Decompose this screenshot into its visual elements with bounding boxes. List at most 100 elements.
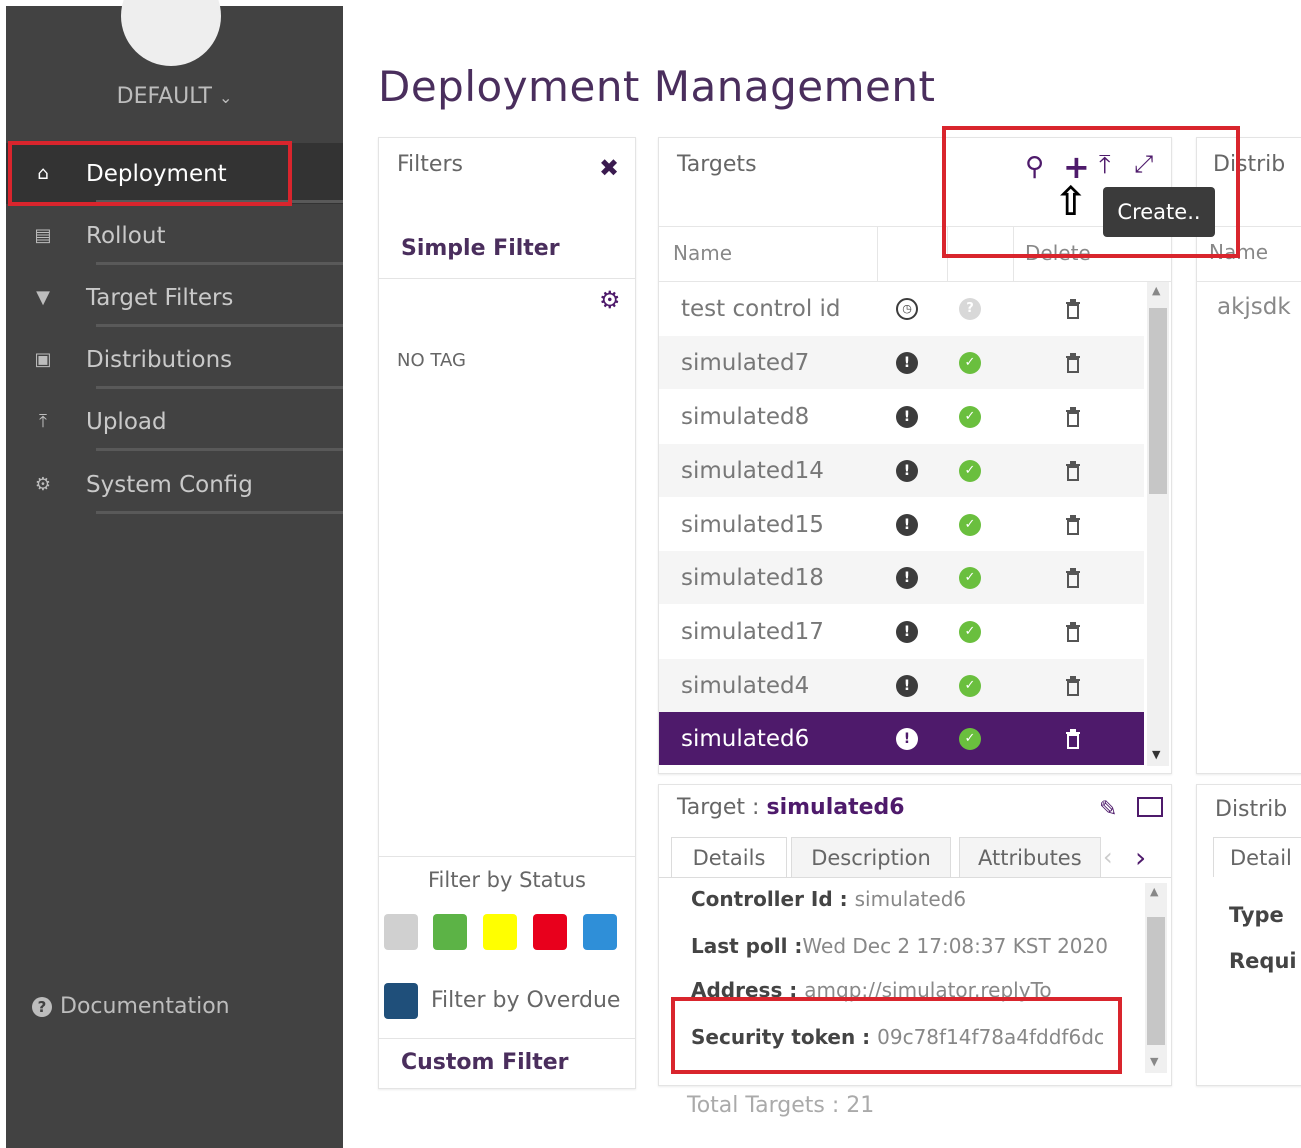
gear-icon: ⚙	[34, 474, 52, 495]
filters-title: Filters	[397, 152, 463, 177]
question-icon: ?	[32, 996, 52, 1017]
distribution-details-panel: Distrib Detail Type Requi	[1196, 784, 1301, 1086]
check-icon: ✓	[959, 351, 981, 374]
page-title: Deployment Management	[378, 62, 936, 111]
controller-id-label: Controller Id :	[691, 887, 855, 911]
trash-icon[interactable]	[1065, 567, 1081, 588]
table-row[interactable]: simulated18 ! ✓	[659, 551, 1144, 604]
trash-icon[interactable]	[1065, 352, 1081, 373]
tab-details[interactable]: Details	[671, 837, 787, 878]
avatar[interactable]	[121, 0, 221, 66]
trash-icon[interactable]	[1065, 514, 1081, 535]
sidebar-item-label: Upload	[86, 408, 167, 435]
alert-icon: !	[896, 566, 918, 589]
last-poll-label: Last poll :	[691, 934, 803, 958]
scrollbar-thumb[interactable]	[1149, 308, 1167, 494]
filter-by-status-label: Filter by Status	[427, 868, 587, 892]
tenant-dropdown[interactable]: DEFAULT ⌄	[6, 84, 343, 109]
required-label: Requi	[1229, 949, 1297, 973]
check-icon: ✓	[959, 566, 981, 589]
trash-icon[interactable]	[1065, 621, 1081, 642]
last-poll-row: Last poll :Wed Dec 2 17:08:37 KST 2020	[691, 934, 1108, 958]
details-icon[interactable]	[1137, 797, 1163, 817]
no-tag-button[interactable]: NO TAG	[397, 350, 466, 371]
check-icon: ✓	[959, 727, 981, 750]
trash-icon[interactable]	[1065, 298, 1081, 319]
target-name: test control id	[681, 295, 841, 322]
trash-icon[interactable]	[1065, 460, 1081, 481]
target-title-name: simulated6	[766, 795, 905, 820]
tab-detail[interactable]: Detail	[1213, 837, 1301, 877]
target-name: simulated17	[681, 618, 824, 645]
scrollbar-thumb[interactable]	[1147, 917, 1165, 1045]
target-name: simulated18	[681, 564, 824, 591]
table-row[interactable]: simulated7 ! ✓	[659, 336, 1144, 389]
chevron-left-icon[interactable]: ‹	[1103, 843, 1113, 871]
close-icon[interactable]: ✖	[599, 154, 619, 182]
arrow-up-icon: ⇧	[1054, 179, 1088, 225]
filters-panel: Filters ✖ Simple Filter ⚙ NO TAG Filter …	[378, 137, 636, 1089]
briefcase-icon: ▣	[34, 349, 52, 370]
edit-icon[interactable]: ✎	[1099, 797, 1117, 822]
scroll-up-icon[interactable]: ▲	[1150, 885, 1158, 898]
table-row[interactable]: simulated8 ! ✓	[659, 390, 1144, 443]
targets-scrollbar[interactable]: ▲ ▼	[1147, 282, 1169, 766]
sidebar-item-distributions[interactable]: ▣ Distributions	[6, 329, 343, 390]
distribution-name[interactable]: akjsdk	[1217, 294, 1291, 320]
trash-icon[interactable]	[1065, 406, 1081, 427]
documentation-label: Documentation	[60, 994, 230, 1019]
target-name: simulated15	[681, 511, 824, 538]
detail-scrollbar[interactable]: ▲ ▼	[1145, 883, 1167, 1073]
status-swatch-registered[interactable]	[583, 914, 617, 950]
sidebar-item-target-filters[interactable]: ▼ Target Filters	[6, 267, 343, 328]
trash-icon[interactable]	[1065, 675, 1081, 696]
check-icon: ✓	[959, 405, 981, 428]
total-targets: Total Targets : 21	[687, 1093, 875, 1118]
status-swatch-pending[interactable]	[483, 914, 517, 950]
type-label: Type	[1229, 903, 1284, 927]
table-row[interactable]: simulated15 ! ✓	[659, 498, 1144, 551]
table-row[interactable]: simulated17 ! ✓	[659, 605, 1144, 658]
alert-icon: !	[896, 351, 918, 374]
gear-icon[interactable]: ⚙	[599, 286, 621, 314]
table-row-selected[interactable]: simulated6 ! ✓	[659, 712, 1144, 765]
documentation-link[interactable]: ? Documentation	[32, 994, 230, 1019]
alert-icon: !	[896, 513, 918, 536]
check-icon: ✓	[959, 674, 981, 697]
table-row[interactable]: simulated4 ! ✓	[659, 659, 1144, 712]
scroll-down-icon[interactable]: ▼	[1150, 1055, 1158, 1068]
custom-filter-header[interactable]: Custom Filter	[401, 1050, 569, 1075]
sidebar-item-system-config[interactable]: ⚙ System Config	[6, 454, 343, 515]
status-swatch-error[interactable]	[533, 914, 567, 950]
alert-icon: !	[896, 405, 918, 428]
highlight-box	[8, 141, 292, 206]
simple-filter-header[interactable]: Simple Filter	[401, 236, 560, 261]
status-swatch-unknown[interactable]	[384, 914, 418, 950]
clock-icon: ◷	[896, 297, 918, 320]
sidebar-item-rollout[interactable]: ▤ Rollout	[6, 205, 343, 266]
status-swatch-in-sync[interactable]	[433, 914, 467, 950]
chevron-right-icon[interactable]: ›	[1135, 841, 1146, 874]
controller-id-value: simulated6	[854, 887, 967, 911]
trash-icon[interactable]	[1065, 728, 1081, 749]
sidebar-item-upload[interactable]: ⤒ Upload	[6, 391, 343, 452]
target-name: simulated7	[681, 349, 810, 376]
target-name: simulated8	[681, 403, 810, 430]
tab-description[interactable]: Description	[791, 837, 951, 878]
table-row[interactable]: test control id ◷ ?	[659, 282, 1144, 335]
target-detail-title: Target : simulated6	[677, 795, 905, 820]
help-icon: ?	[959, 297, 981, 320]
table-row[interactable]: simulated14 ! ✓	[659, 444, 1144, 497]
distribution-detail-title: Distrib	[1215, 797, 1288, 822]
alert-icon: !	[896, 674, 918, 697]
controller-id-row: Controller Id : simulated6	[691, 887, 966, 911]
overdue-swatch[interactable]	[384, 983, 418, 1019]
tab-attributes[interactable]: Attributes	[959, 837, 1101, 878]
create-tooltip: Create..	[1103, 187, 1215, 237]
list-icon: ▤	[34, 225, 52, 246]
check-icon: ✓	[959, 620, 981, 643]
check-icon: ✓	[959, 459, 981, 482]
scroll-up-icon[interactable]: ▲	[1152, 284, 1160, 297]
column-name[interactable]: Name	[673, 241, 732, 265]
scroll-down-icon[interactable]: ▼	[1152, 748, 1160, 761]
